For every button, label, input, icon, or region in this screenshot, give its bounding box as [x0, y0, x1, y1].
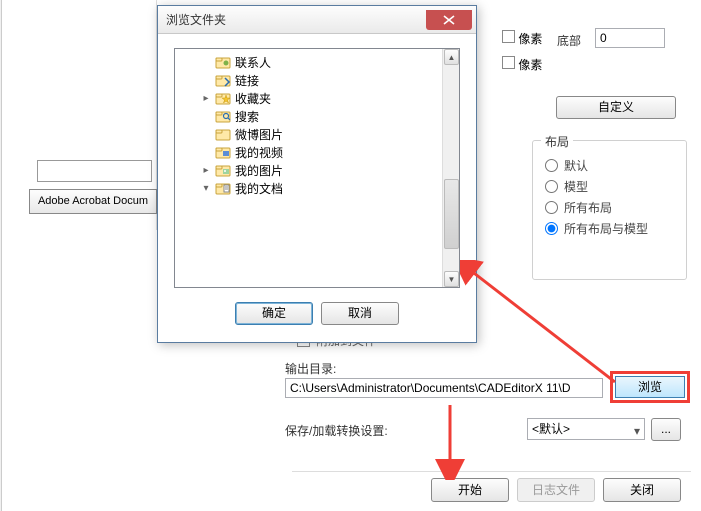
folder-tree[interactable]: 联系人链接 ▸ 收藏夹搜索微博图片我的视频 ▸ 我的图片 ▾ 我的文档 ▲ ▼: [174, 48, 460, 288]
tree-item-label: 联系人: [235, 54, 271, 71]
layout-title: 布局: [541, 133, 573, 150]
scroll-thumb[interactable]: [444, 179, 459, 249]
adobe-button[interactable]: Adobe Acrobat Docum: [29, 189, 157, 214]
tree-item[interactable]: ▸ 收藏夹: [177, 89, 457, 107]
links-icon: [215, 73, 231, 87]
tree-item[interactable]: ▾ 我的文档: [177, 179, 457, 197]
bottom-margin-input[interactable]: [595, 28, 665, 48]
browse-button[interactable]: 浏览: [615, 376, 685, 398]
layout-radio-all-model[interactable]: 所有布局与模型: [545, 220, 676, 237]
tree-item-label: 链接: [235, 72, 259, 89]
layout-radio-model[interactable]: 模型: [545, 178, 676, 195]
output-dir-label: 输出目录:: [285, 360, 336, 377]
tree-item-label: 收藏夹: [235, 90, 271, 107]
browse-folder-dialog: 浏览文件夹 联系人链接▸收藏夹搜索微博图片我的视频▸我的图片▾我的文档 ▲ ▼ …: [157, 5, 477, 343]
pictures-icon: [215, 163, 231, 177]
custom-button[interactable]: 自定义: [556, 96, 676, 119]
close-button[interactable]: 关闭: [603, 478, 681, 502]
tree-item-label: 我的图片: [235, 162, 283, 179]
tree-item-label: 我的文档: [235, 180, 283, 197]
tree-item-label: 搜索: [235, 108, 259, 125]
dialog-buttons: 确定 取消: [158, 302, 476, 325]
layout-radio-default[interactable]: 默认: [545, 157, 676, 174]
log-button: 日志文件: [517, 478, 595, 502]
folder-icon: [215, 127, 231, 141]
pixel-label-1: 像素: [518, 32, 542, 46]
ok-button[interactable]: 确定: [235, 302, 313, 325]
documents-icon: [215, 181, 231, 195]
tree-item[interactable]: 微博图片: [177, 125, 457, 143]
pixel-checkbox-1[interactable]: [502, 30, 515, 43]
tree-item[interactable]: 链接: [177, 71, 457, 89]
expander-icon[interactable]: ▾: [201, 183, 211, 194]
favorites-icon: [215, 91, 231, 105]
bottom-bar: 开始 日志文件 关闭: [292, 471, 691, 505]
tree-item[interactable]: ▸ 我的图片: [177, 161, 457, 179]
dialog-title: 浏览文件夹: [166, 11, 426, 28]
left-combo[interactable]: [37, 160, 152, 182]
pixel-row-2: 像素: [502, 56, 542, 73]
expander-icon[interactable]: ▸: [201, 93, 211, 104]
video-icon: [215, 145, 231, 159]
pixel-row-1: 像素: [502, 30, 542, 47]
save-settings-select[interactable]: <默认>: [527, 418, 645, 440]
tree-item[interactable]: 我的视频: [177, 143, 457, 161]
tree-scrollbar[interactable]: ▲ ▼: [442, 49, 459, 287]
contacts-icon: [215, 55, 231, 69]
scroll-down-icon[interactable]: ▼: [444, 271, 459, 287]
layout-fieldset: 布局 默认 模型 所有布局 所有布局与模型: [532, 140, 687, 280]
tree-item[interactable]: 联系人: [177, 53, 457, 71]
browse-highlight: 浏览: [610, 371, 690, 403]
close-icon[interactable]: [426, 10, 472, 30]
pixel-label-2: 像素: [518, 58, 542, 72]
layout-radio-all[interactable]: 所有布局: [545, 199, 676, 216]
expander-icon[interactable]: ▸: [201, 165, 211, 176]
scroll-up-icon[interactable]: ▲: [444, 49, 459, 65]
tree-item-label: 微博图片: [235, 126, 283, 143]
tree-item-label: 我的视频: [235, 144, 283, 161]
output-dir-input[interactable]: [285, 378, 603, 398]
dialog-titlebar[interactable]: 浏览文件夹: [158, 6, 476, 34]
tree-item[interactable]: 搜索: [177, 107, 457, 125]
save-settings-label: 保存/加载转换设置:: [285, 422, 388, 439]
bottom-margin-label: 底部: [557, 32, 581, 49]
save-settings-extra-button[interactable]: ...: [651, 418, 681, 441]
pixel-checkbox-2[interactable]: [502, 56, 515, 69]
cancel-button[interactable]: 取消: [321, 302, 399, 325]
search-icon: [215, 109, 231, 123]
start-button[interactable]: 开始: [431, 478, 509, 502]
